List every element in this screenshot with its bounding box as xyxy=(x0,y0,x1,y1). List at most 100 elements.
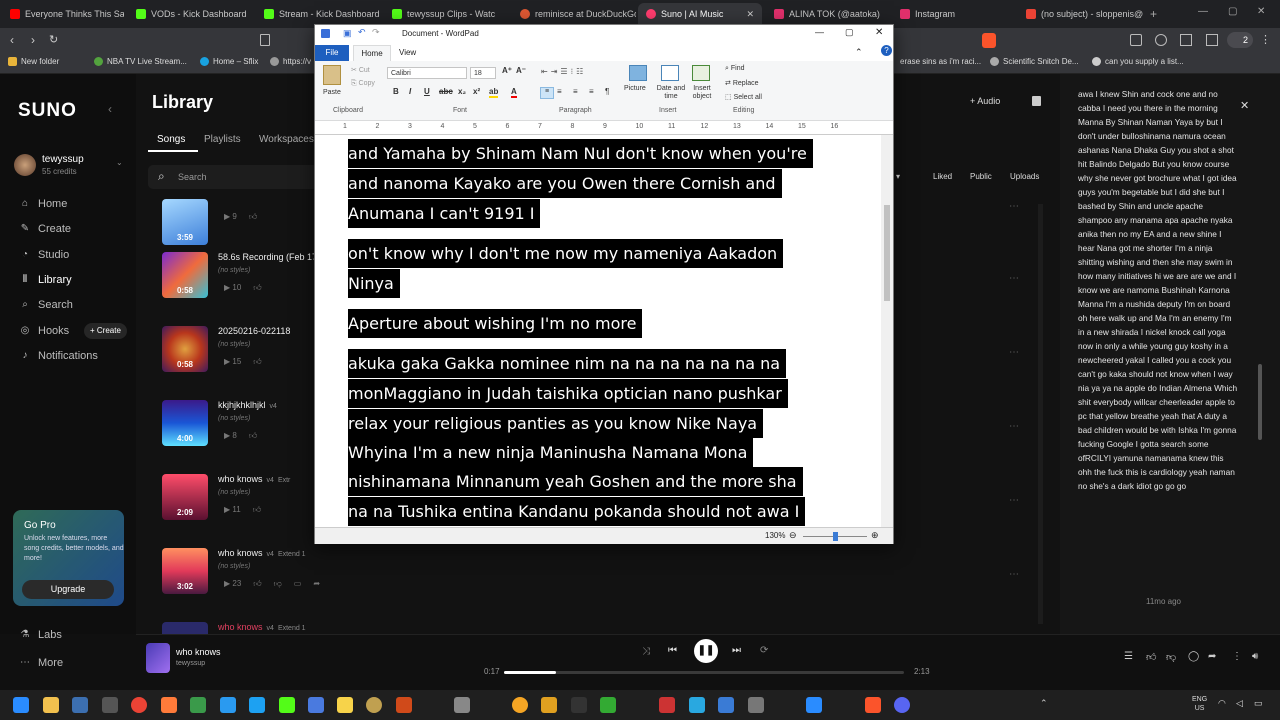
nav-studio[interactable]: ◔ Studio xyxy=(20,249,69,261)
bookmark-item[interactable]: NBA TV Live Stream... xyxy=(94,57,187,66)
nav-search[interactable]: ⌕ Search xyxy=(20,299,73,311)
taskbar-app-icon[interactable] xyxy=(190,697,206,713)
song-title[interactable]: who knows v4 Extend 1 xyxy=(218,548,306,558)
nav-labs[interactable]: ⚗ Labs xyxy=(20,629,62,641)
dislike-icon[interactable]: 👎︎ xyxy=(1166,651,1176,663)
row-menu-icon[interactable]: ⋯ xyxy=(1009,347,1019,358)
taskbar-app-icon[interactable] xyxy=(72,697,88,713)
bookmark-item[interactable]: erase sins as i'm raci... xyxy=(900,57,981,66)
like-icon[interactable]: 👍︎ xyxy=(253,283,261,293)
lyrics-scrollbar[interactable] xyxy=(1258,364,1262,440)
like-icon[interactable]: 👍︎ xyxy=(249,431,257,441)
strikethrough-icon[interactable]: abc xyxy=(439,87,453,96)
play-icon[interactable]: ▶ 15 xyxy=(224,357,241,367)
nav-hooks[interactable]: ◎ Hooks xyxy=(20,325,70,337)
subscript-icon[interactable]: x₂ xyxy=(458,87,466,96)
song-title[interactable]: kkjhjkhklhjkl v4 xyxy=(218,400,277,410)
document-area[interactable]: and Yamaha by Shinam Nam NuI don't know … xyxy=(315,135,881,527)
chrome-icon[interactable] xyxy=(131,697,147,713)
play-icon[interactable]: ▶ 23 xyxy=(224,579,241,589)
avatar[interactable] xyxy=(14,154,36,176)
queue-icon[interactable]: ☰ xyxy=(1124,651,1133,662)
library-scrollbar[interactable] xyxy=(1038,204,1043,624)
file-menu[interactable]: File xyxy=(315,45,349,61)
upgrade-button[interactable]: Upgrade xyxy=(22,580,114,599)
font-size-select[interactable]: 18 xyxy=(470,67,496,79)
collapse-ribbon-icon[interactable]: ⌃ xyxy=(855,47,863,58)
document-line[interactable]: on't know why I don't me now my nameniya… xyxy=(348,239,784,268)
like-icon[interactable]: 👍︎ xyxy=(1146,651,1156,663)
taskbar-app-icon[interactable] xyxy=(600,697,616,713)
hooks-create-button[interactable]: + Create xyxy=(84,323,127,339)
indent-list-icons[interactable]: ⇤⇥☰⁝☷ xyxy=(541,67,621,81)
tab-view[interactable]: View xyxy=(399,48,416,57)
song-title[interactable]: 58.6s Recording (Feb 17 xyxy=(218,252,317,262)
play-icon[interactable]: ▶ 10 xyxy=(224,283,241,293)
taskbar-app-icon[interactable] xyxy=(220,697,236,713)
nav-library[interactable]: ⫴ Library xyxy=(20,274,72,286)
tray-chevron-icon[interactable]: ⌃ xyxy=(1040,698,1048,709)
filter-chevron-icon[interactable]: ▾ xyxy=(896,172,900,181)
paste-button[interactable]: Paste xyxy=(323,89,341,96)
volume-icon[interactable]: 🔊︎ xyxy=(1252,651,1258,662)
document-line[interactable]: Whyina I'm a new ninja Maninusha Namana … xyxy=(348,438,754,467)
align-left-icon[interactable]: ≡ xyxy=(540,87,554,99)
taskbar-app-icon[interactable] xyxy=(396,697,412,713)
next-icon[interactable]: ⏭ xyxy=(732,645,741,656)
language-indicator[interactable]: ENG US xyxy=(1192,695,1207,713)
document-line[interactable]: Anumana I can't 9191 I xyxy=(348,199,541,228)
ruler[interactable]: 1 2 3 4 5 6 7 8 9 10 11 12 13 14 15 16 xyxy=(315,121,893,135)
share-icon[interactable]: ➦ xyxy=(313,579,320,589)
help-icon[interactable]: ? xyxy=(881,45,892,56)
minimize-icon[interactable]: — xyxy=(815,27,824,37)
find-button[interactable]: ⌕ Find xyxy=(725,65,745,73)
tab-workspaces[interactable]: Workspaces xyxy=(259,134,314,145)
play-icon[interactable]: ▶ 8 xyxy=(224,431,237,441)
superscript-icon[interactable]: x² xyxy=(473,87,480,96)
bookmark-item[interactable]: Scientific Snitch De... xyxy=(990,57,1079,66)
like-icon[interactable]: 👍︎ xyxy=(253,505,261,515)
maximize-icon[interactable]: ▢ xyxy=(1228,6,1237,17)
vlc-icon[interactable] xyxy=(541,697,557,713)
more-icon[interactable]: ⋮ xyxy=(1232,651,1242,662)
redo-icon[interactable]: ↷ xyxy=(372,27,380,38)
taskbar-app-icon[interactable] xyxy=(659,697,675,713)
align-right-icon[interactable]: ≡ xyxy=(573,87,578,96)
song-title[interactable]: 20250216-022118 xyxy=(218,326,290,336)
play-icon[interactable]: ▶ 11 xyxy=(224,505,241,515)
discord-icon[interactable] xyxy=(894,697,910,713)
filter-public[interactable]: Public xyxy=(970,172,992,181)
trash-icon[interactable] xyxy=(1032,96,1041,106)
document-line[interactable]: na na Tushika entina Kandanu pokanda sho… xyxy=(348,497,806,526)
font-family-select[interactable]: Calibri xyxy=(387,67,467,79)
file-explorer-icon[interactable] xyxy=(43,697,59,713)
share-icon[interactable]: ➦ xyxy=(1208,651,1216,662)
select-all-button[interactable]: ⬚ Select all xyxy=(725,93,762,101)
document-scrollbar[interactable] xyxy=(881,135,893,527)
battery-icon[interactable]: ▭ xyxy=(1254,698,1263,709)
date-time-button[interactable]: Date and time xyxy=(654,85,688,101)
bookmark-item[interactable]: Home – Sflix xyxy=(200,57,258,66)
browser-tab-active[interactable]: Suno | AI Music ✕ xyxy=(638,3,762,25)
repeat-icon[interactable]: ⟳ xyxy=(760,645,768,656)
bookmark-icon[interactable] xyxy=(260,34,270,46)
browser-tab[interactable]: VODs - Kick Dashboard xyxy=(128,3,252,25)
like-icon[interactable]: 👍︎ xyxy=(253,579,261,589)
font-color-icon[interactable]: A xyxy=(511,87,517,98)
browser-tab[interactable]: ALINA TOK (@aatoka) xyxy=(766,3,890,25)
row-menu-icon[interactable]: ⋯ xyxy=(1009,495,1019,506)
close-panel-icon[interactable]: ✕ xyxy=(1240,99,1249,112)
picture-icon[interactable] xyxy=(629,65,647,81)
document-line[interactable]: monMaggiano in Judah taishika optician n… xyxy=(348,379,788,408)
taskbar-app-icon[interactable] xyxy=(748,697,764,713)
taskbar-app-icon[interactable] xyxy=(512,697,528,713)
document-line[interactable]: Ninya xyxy=(348,269,400,298)
taskbar-app-icon[interactable] xyxy=(366,697,382,713)
profile-button[interactable]: 2 xyxy=(1227,32,1253,48)
document-line[interactable]: and Yamaha by Shinam Nam NuI don't know … xyxy=(348,139,813,168)
filter-liked[interactable]: Liked xyxy=(933,172,952,181)
browser-tab[interactable]: (no subject) - sloppenis@ xyxy=(1018,3,1148,25)
sidebar-icon[interactable] xyxy=(1155,34,1167,46)
document-line[interactable]: relax your religious panties as you know… xyxy=(348,409,764,438)
song-row[interactable]: 3:02 who knows v4 Extend 1 (no styles) ▶ 2… xyxy=(162,548,462,608)
